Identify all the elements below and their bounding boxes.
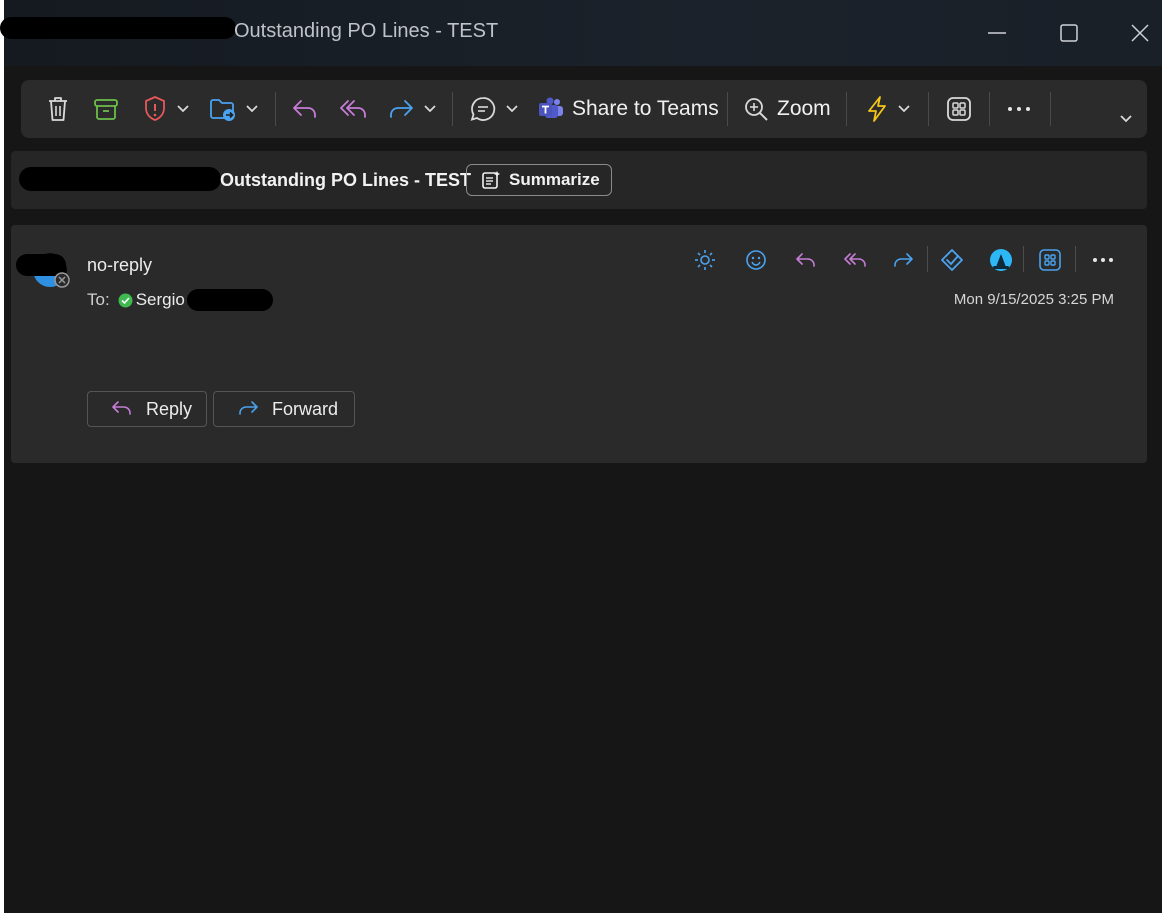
chevron-down-icon [1120,115,1132,123]
lightning-icon [868,96,886,122]
recipient-name[interactable]: Sergio [136,290,185,310]
zoom-label: Zoom [777,97,831,120]
more-icon [1093,258,1113,262]
delete-button[interactable] [45,94,71,124]
reply-button[interactable]: Reply [87,391,207,427]
reply-all-button[interactable] [339,94,369,124]
subject-bar: Outstanding PO Lines - TEST Summarize [11,151,1147,209]
divider [275,92,276,126]
divider [1050,92,1051,126]
reply-icon [293,100,316,118]
outlook-reading-window: Outstanding PO Lines - TEST Share to Tea… [0,0,1162,913]
more-options-button[interactable] [1007,94,1031,124]
teams-icon [539,97,563,118]
zoom-icon [745,98,768,121]
chat-button[interactable] [469,94,519,124]
emoji-icon [746,250,766,270]
divider [1023,246,1024,272]
archive-button[interactable] [93,94,119,124]
divider [452,92,453,126]
more-icon [1008,107,1030,111]
expand-ribbon-button[interactable] [1119,104,1133,134]
move-folder-icon [210,99,235,121]
chevron-down-icon [424,105,436,113]
brightness-button[interactable] [692,247,718,273]
share-to-teams-label: Share to Teams [572,97,719,120]
forward-icon [390,100,413,118]
redaction-mark [186,289,273,311]
window-title: Outstanding PO Lines - TEST [234,20,499,42]
title-bar: Outstanding PO Lines - TEST [0,0,1162,66]
summarize-icon [482,171,500,189]
apps-icon [1039,249,1061,271]
report-button[interactable] [142,94,190,124]
command-ribbon: Share to Teams Zoom [21,80,1147,138]
chevron-down-icon [177,105,189,113]
app-addin-icon [990,249,1012,271]
share-to-teams-button[interactable]: Share to Teams [538,94,719,124]
recipients-row: To: Sergio [87,289,273,311]
message-reply-button[interactable] [793,247,819,273]
trash-icon [49,97,67,121]
divider [727,92,728,126]
shield-icon [145,96,165,121]
presence-available-icon [118,293,133,307]
message-apps-button[interactable] [1037,247,1063,273]
chevron-down-icon [506,105,518,113]
message-actions [11,225,1147,285]
reply-label: Reply [146,398,193,419]
chat-icon [470,97,496,121]
to-label: To: [87,290,110,309]
message-subject: Outstanding PO Lines - TEST [220,170,472,190]
archive-icon [94,99,118,120]
chevron-down-icon [246,105,258,113]
minimize-icon[interactable] [984,20,1010,46]
message-more-button[interactable] [1090,247,1116,273]
forward-icon [239,401,258,415]
message-timestamp: Mon 9/15/2025 3:25 PM [953,291,1114,308]
reply-all-icon [844,253,866,267]
viva-insights-button[interactable] [939,247,965,273]
chevron-down-icon [898,105,910,113]
close-icon[interactable] [1127,20,1153,46]
forward-button[interactable] [387,94,437,124]
divider [1075,246,1076,272]
divider [846,92,847,126]
message-card: no-reply To: Sergio Mon 9/15/2025 3:25 P… [11,225,1147,463]
forward-button[interactable]: Forward [213,391,355,427]
message-reply-all-button[interactable] [842,247,868,273]
reply-button[interactable] [291,94,319,124]
divider [927,246,928,272]
move-button[interactable] [209,94,259,124]
sun-icon [695,250,715,270]
reaction-button[interactable] [743,247,769,273]
reply-all-icon [340,100,366,118]
quick-steps-button[interactable] [865,94,911,124]
summarize-button[interactable]: Summarize [466,164,612,196]
apps-button[interactable] [946,94,972,124]
reply-icon [796,253,815,267]
divider [928,92,929,126]
viva-insights-icon [941,249,963,271]
forward-icon [894,253,913,267]
divider [989,92,990,126]
redaction-mark [19,167,221,191]
maximize-icon[interactable] [1056,20,1082,46]
redaction-mark [0,17,236,39]
reply-icon [112,401,131,415]
copilot-app-button[interactable] [988,247,1014,273]
summarize-label: Summarize [509,170,600,189]
message-forward-button[interactable] [890,247,916,273]
zoom-button[interactable]: Zoom [743,94,831,124]
forward-label: Forward [272,398,339,419]
apps-icon [947,97,971,121]
